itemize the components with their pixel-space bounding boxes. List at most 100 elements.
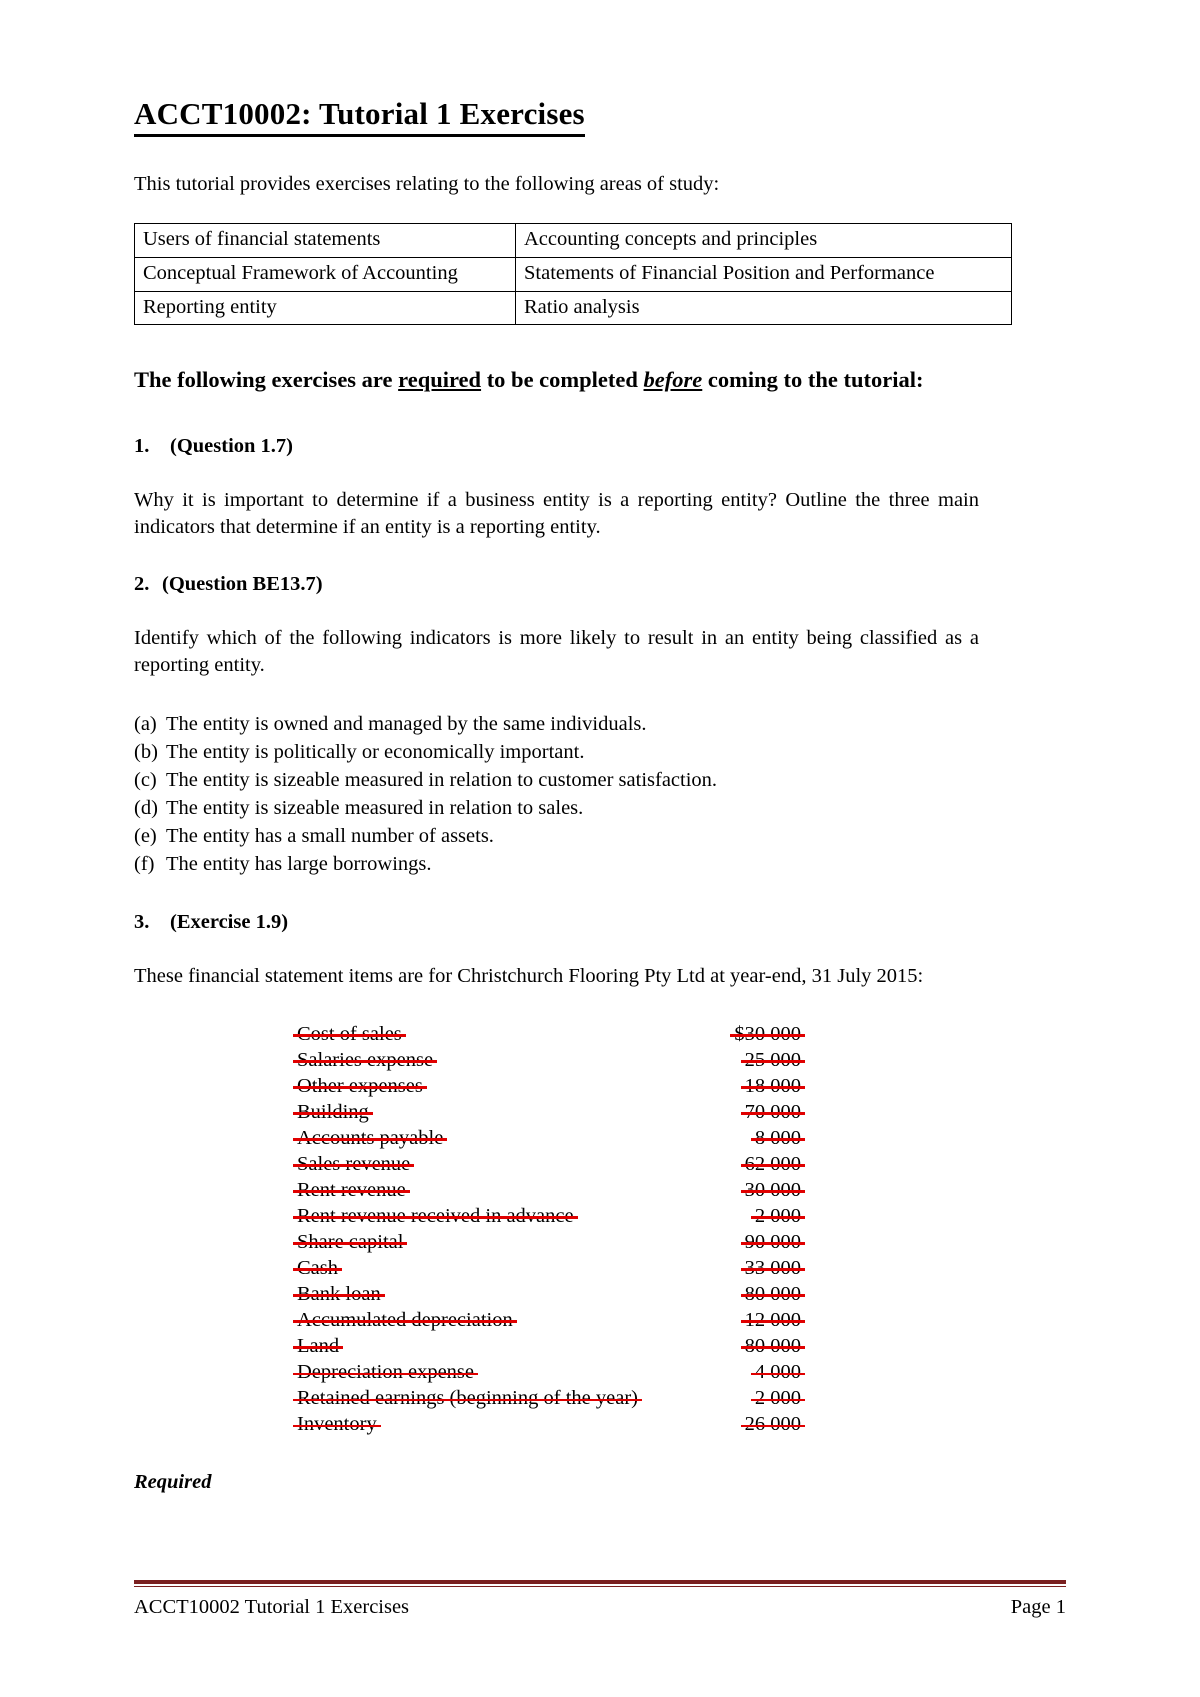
financial-item-name: Share capital: [292, 1229, 408, 1255]
financial-item-row: Accumulated depreciation 12 000: [134, 1307, 977, 1333]
financial-item-row: Rent revenue 30 000: [134, 1177, 977, 1203]
question-1-title: (Question 1.7): [170, 434, 293, 457]
financial-item-amount-cell: 4 000: [727, 1359, 977, 1385]
financial-item-amount: 8 000: [750, 1125, 806, 1151]
financial-items-list: Cost of sales $30 000 Salaries expense 25 0…: [134, 1021, 977, 1438]
financial-item-row: Building 70 000: [134, 1099, 977, 1125]
financial-item-amount-cell: 90 000: [727, 1229, 977, 1255]
question-3-title: (Exercise 1.9): [170, 911, 289, 934]
question-1-body: Why it is important to determine if a bu…: [134, 488, 979, 539]
list-item: (f) The entity has large borrowings.: [134, 850, 979, 878]
topics-table: Users of financial statements Accounting…: [134, 223, 1012, 326]
option-text: The entity is sizeable measured in relat…: [166, 797, 584, 820]
page-footer: ACCT10002 Tutorial 1 Exercises Page 1: [134, 1579, 1066, 1620]
options-list: (a) The entity is owned and managed by th…: [134, 710, 979, 878]
intro-paragraph: This tutorial provides exercises relatin…: [134, 172, 720, 195]
topics-table-body: Users of financial statements Accounting…: [134, 223, 1012, 326]
instruction-part-3: coming to the tutorial:: [702, 367, 924, 393]
financial-item-amount: 30 000: [740, 1177, 806, 1203]
financial-item-row: Depreciation expense 4 000: [134, 1359, 977, 1385]
financial-item-row: Salaries expense 25 000: [134, 1047, 977, 1073]
option-text: The entity is owned and managed by the s…: [166, 712, 647, 735]
financial-item-amount: 80 000: [740, 1333, 806, 1359]
financial-item-amount-cell: 80 000: [727, 1281, 977, 1307]
financial-item-row: Other expenses 18 000: [134, 1073, 977, 1099]
financial-item-amount-cell: 2 000: [727, 1203, 977, 1229]
financial-item-row: Sales revenue 62 000: [134, 1151, 977, 1177]
financial-item-amount-cell: 2 000: [727, 1385, 977, 1411]
option-text: The entity has a small number of assets.: [166, 825, 494, 848]
financial-item-amount: 26 000: [740, 1411, 806, 1437]
financial-item-amount: 70 000: [740, 1099, 806, 1125]
financial-item-amount: 33 000: [740, 1255, 806, 1281]
footer-rule-thick: [134, 1579, 1066, 1584]
financial-item-name: Other expenses: [293, 1073, 427, 1099]
list-item: (e) The entity has a small number of asse…: [134, 822, 979, 850]
option-letter: (e): [134, 825, 157, 848]
financial-item-amount: $30 000: [730, 1021, 805, 1047]
option-text: The entity is sizeable measured in relat…: [166, 769, 718, 791]
financial-item-amount-cell: 33 000: [727, 1255, 977, 1281]
financial-item-amount-cell: 26 000: [727, 1411, 977, 1437]
financial-item-row: Bank loan 80 000: [134, 1281, 977, 1307]
footer-row: ACCT10002 Tutorial 1 Exercises Page 1: [134, 1596, 1066, 1619]
financial-item-name: Retained earnings (beginning of the year…: [293, 1385, 642, 1411]
topic-cell: Ratio analysis: [515, 290, 1012, 326]
financial-item-name: Depreciation expense: [292, 1359, 479, 1385]
question-1-number: 1.: [134, 434, 150, 457]
instruction-part-1: The following exercises are: [134, 367, 399, 393]
financial-item-amount-cell: 30 000: [727, 1177, 977, 1203]
footer-left-text: ACCT10002 Tutorial 1 Exercises: [134, 1596, 410, 1618]
question-2-body: Identify which of the following indicato…: [134, 626, 979, 677]
instruction-heading: The following exercises are required to …: [134, 365, 979, 396]
list-item: (a) The entity is owned and managed by th…: [134, 710, 979, 738]
list-item: (c) The entity is sizeable measured in re…: [134, 766, 979, 794]
financial-item-name: Inventory: [293, 1411, 381, 1437]
instruction-required-emphasis: required: [398, 367, 482, 393]
financial-item-row: Land 80 000: [134, 1333, 977, 1359]
required-label: Required: [134, 1471, 212, 1494]
financial-item-name: Cost of sales: [293, 1021, 406, 1047]
question-3-body: These financial statement items are for …: [134, 964, 924, 987]
financial-item-row: Accounts payable 8 000: [134, 1125, 977, 1151]
option-letter: (f): [134, 853, 155, 876]
financial-item-name: Rent revenue: [293, 1177, 410, 1203]
financial-item-amount: 4 000: [750, 1359, 806, 1385]
financial-item-name: Building: [293, 1099, 373, 1125]
financial-item-amount-cell: 62 000: [727, 1151, 977, 1177]
footer-page-number: Page 1: [1010, 1596, 1066, 1618]
financial-item-amount-cell: 80 000: [727, 1333, 977, 1359]
option-text: The entity is politically or economicall…: [166, 740, 585, 763]
financial-item-amount-cell: 25 000: [727, 1047, 977, 1073]
financial-item-amount-cell: 12 000: [727, 1307, 977, 1333]
financial-item-amount-cell: 18 000: [727, 1073, 977, 1099]
topic-cell: Statements of Financial Position and Per…: [515, 256, 1012, 292]
question-2-heading: 2. (Question BE13.7): [134, 572, 979, 597]
financial-item-name: Bank loan: [293, 1281, 385, 1307]
instruction-before-emphasis: before: [643, 367, 703, 393]
financial-item-name: Sales revenue: [292, 1151, 415, 1177]
financial-item-amount: 80 000: [740, 1281, 806, 1307]
footer-rule-thin: [134, 1585, 1066, 1587]
topic-cell: Users of financial statements: [134, 223, 516, 258]
financial-item-amount: 2 000: [750, 1385, 806, 1411]
financial-item-name: Rent revenue received in advance: [293, 1203, 578, 1229]
topic-cell: Accounting concepts and principles: [515, 223, 1012, 258]
financial-item-amount: 90 000: [740, 1229, 806, 1255]
table-row: Reporting entity Ratio analysis: [134, 290, 1012, 326]
financial-item-row: Retained earnings (beginning of the year…: [134, 1385, 977, 1411]
list-item: (b) The entity is politically or economic…: [134, 738, 979, 766]
table-row: Users of financial statements Accounting…: [134, 223, 1012, 258]
document-body: ACCT10002: Tutorial 1 Exercises This tut…: [134, 96, 1012, 1494]
financial-item-row: Cost of sales $30 000: [134, 1021, 977, 1047]
financial-item-amount-cell: 8 000: [727, 1125, 977, 1151]
financial-item-amount: 2 000: [750, 1203, 806, 1229]
financial-item-name: Salaries expense: [292, 1047, 438, 1073]
document-page: ACCT10002: Tutorial 1 Exercises This tut…: [0, 0, 1200, 1697]
financial-item-amount: 25 000: [740, 1047, 806, 1073]
financial-item-amount: 62 000: [740, 1151, 806, 1177]
financial-item-row: Inventory 26 000: [134, 1411, 977, 1437]
table-row: Conceptual Framework of Accounting State…: [134, 256, 1012, 292]
question-3-number: 3.: [134, 911, 150, 934]
question-3-heading: 3. (Exercise 1.9): [134, 910, 979, 935]
